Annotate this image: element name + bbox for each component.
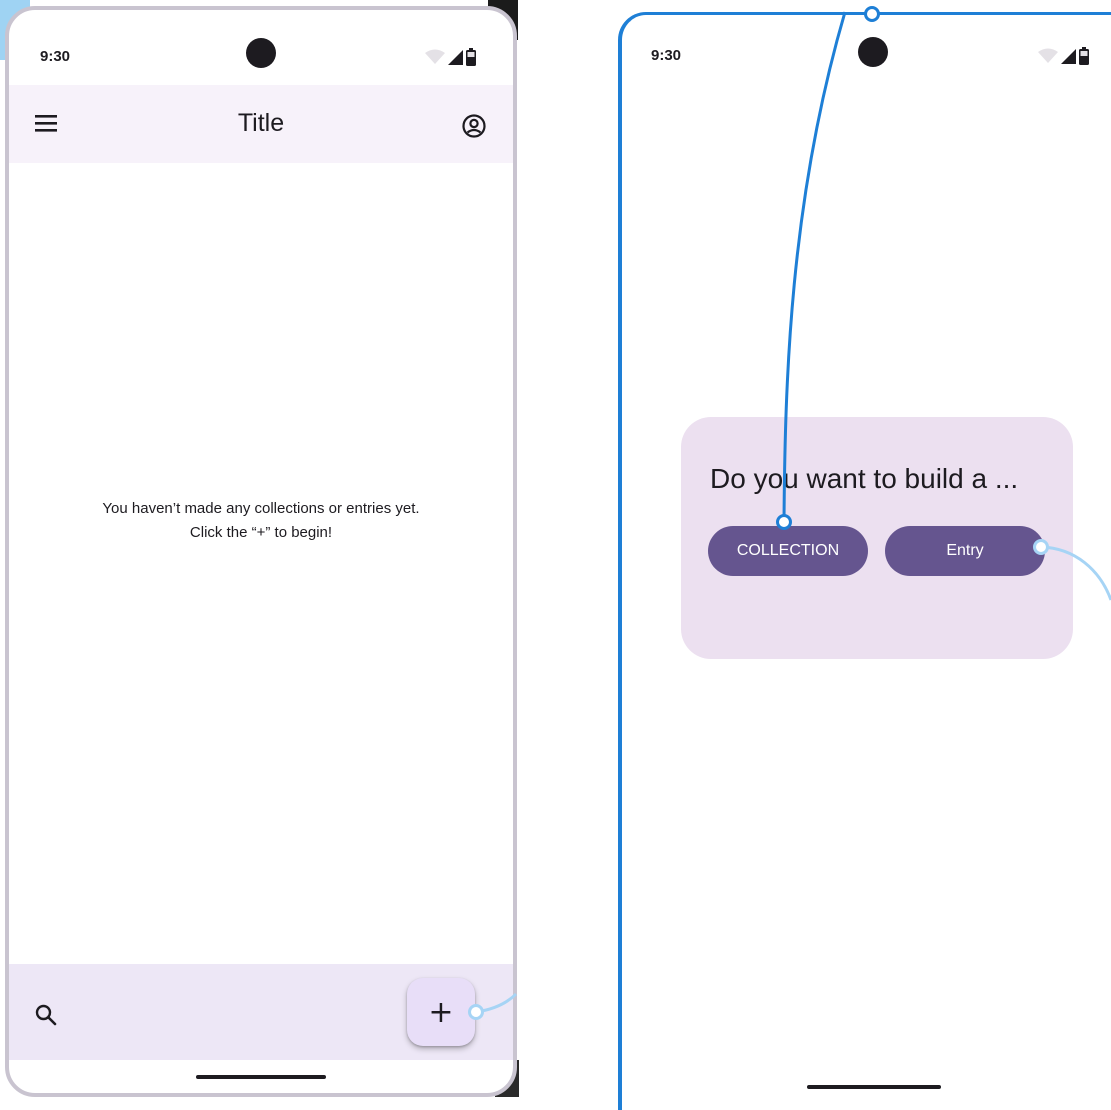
home-screen: 9:30 Title You haven’t made any collecti… xyxy=(5,6,517,1097)
page-title: Title xyxy=(237,109,285,137)
gesture-bar xyxy=(196,1075,326,1079)
account-circle-icon[interactable] xyxy=(462,114,486,138)
camera-cutout xyxy=(858,37,888,67)
empty-state-message: You haven’t made any collections or entr… xyxy=(49,497,473,545)
status-icons xyxy=(425,48,477,66)
battery-icon xyxy=(466,48,476,66)
dialog-title: Do you want to build a ... xyxy=(710,463,1019,494)
collection-button[interactable]: COLLECTION xyxy=(708,526,868,576)
status-time: 9:30 xyxy=(40,48,71,65)
signal-icon xyxy=(1061,49,1076,64)
build-dialog-screen: 9:30 Do you want to build a ... COLLECTI… xyxy=(618,12,1111,1110)
signal-icon xyxy=(448,50,463,65)
top-app-bar: Title xyxy=(9,85,513,163)
gesture-bar xyxy=(807,1085,941,1089)
empty-state-line2: Click the “+” to begin! xyxy=(189,524,333,541)
battery-icon xyxy=(1079,47,1089,65)
entry-button[interactable]: Entry xyxy=(885,526,1045,576)
camera-cutout xyxy=(246,38,276,68)
wifi-icon xyxy=(425,49,445,64)
wifi-icon xyxy=(1038,48,1058,63)
add-fab-button[interactable]: + xyxy=(407,978,475,1046)
search-icon[interactable] xyxy=(35,1004,57,1026)
build-dialog: Do you want to build a ... COLLECTION En… xyxy=(681,417,1073,659)
status-time: 9:30 xyxy=(651,47,682,64)
empty-state-line1: You haven’t made any collections or entr… xyxy=(102,500,420,517)
status-icons xyxy=(1038,47,1090,65)
